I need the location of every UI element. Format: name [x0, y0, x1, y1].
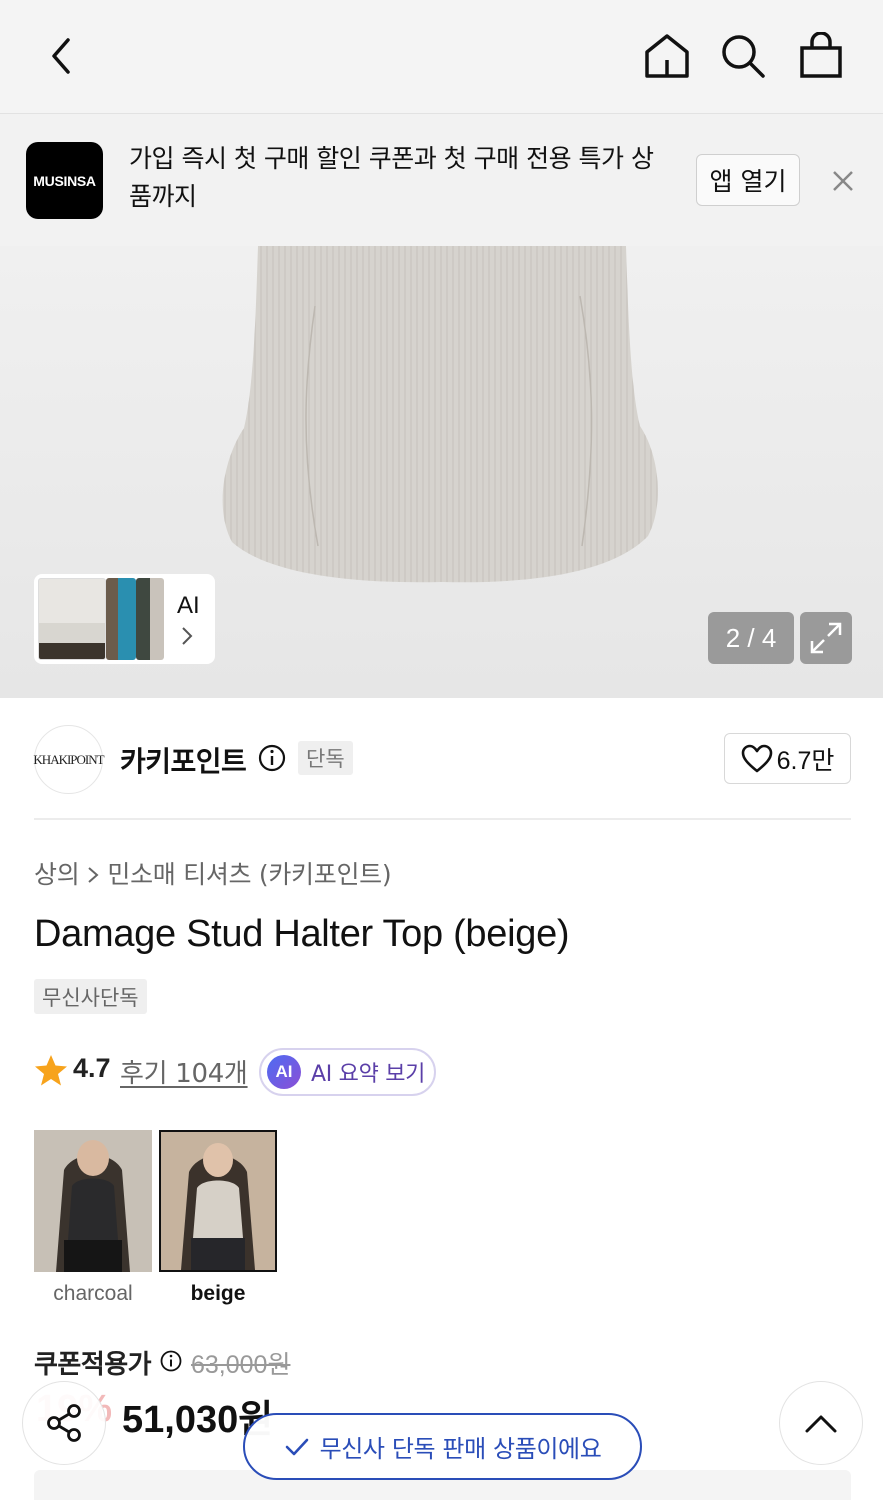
info-icon[interactable]: [258, 744, 286, 776]
info-icon[interactable]: [160, 1350, 182, 1376]
breadcrumb-category[interactable]: 상의: [34, 855, 80, 891]
ai-summary-button[interactable]: AI AI 요약 보기: [259, 1048, 436, 1096]
ai-label: AI: [177, 592, 200, 619]
charcoal-thumbnail: [34, 1130, 152, 1272]
scroll-to-top-icon[interactable]: [779, 1381, 863, 1465]
check-icon: [285, 1438, 308, 1455]
toast-message: 무신사 단독 판매 상품이에요: [319, 1435, 602, 1463]
share-icon[interactable]: [22, 1381, 106, 1465]
close-icon[interactable]: [826, 164, 860, 198]
open-app-button[interactable]: 앱 열기: [696, 154, 800, 206]
original-price: 63,000원: [191, 1351, 291, 1379]
banner-message: 가입 즉시 첫 구매 할인 쿠폰과 첫 구매 전용 특가 상품까지: [129, 144, 654, 211]
ai-lookbook-card[interactable]: AI: [34, 574, 215, 664]
lookbook-thumbnail: [38, 578, 106, 660]
top-navigation-bar: [0, 0, 883, 114]
shopping-bag-icon[interactable]: [796, 30, 846, 82]
product-title: Damage Stud Halter Top (beige): [34, 913, 570, 955]
color-label-beige: beige: [190, 1282, 246, 1305]
rating-value: 4.7: [73, 1053, 111, 1083]
ai-badge-icon: AI: [267, 1055, 301, 1089]
exclusive-tag: 무신사단독: [34, 979, 147, 1014]
heart-icon: [741, 744, 772, 772]
chevron-right-icon: [87, 861, 99, 890]
brand-name[interactable]: 카키포인트: [120, 740, 247, 780]
brand-exclusive-badge: 단독: [298, 741, 353, 775]
breadcrumb: 상의 민소매 티셔츠 (카키포인트): [34, 855, 392, 891]
coupon-price-label: 쿠폰적용가: [34, 1350, 152, 1380]
chevron-right-icon: [180, 626, 194, 650]
like-count: 6.7만: [776, 746, 835, 775]
color-option-beige[interactable]: [159, 1130, 277, 1272]
musinsa-logo: MUSINSA: [26, 142, 103, 219]
review-link[interactable]: 후기 104개: [120, 1053, 248, 1090]
like-button[interactable]: 6.7만: [724, 733, 851, 784]
expand-icon[interactable]: [800, 612, 852, 664]
home-icon[interactable]: [642, 30, 692, 82]
image-counter: 2 / 4: [708, 612, 794, 664]
divider: [34, 818, 851, 820]
lookbook-thumbnail: [136, 578, 164, 660]
lookbook-thumbnail: [106, 578, 136, 660]
star-icon: [34, 1054, 68, 1090]
color-label-charcoal: charcoal: [53, 1282, 133, 1305]
beige-thumbnail: [161, 1132, 275, 1270]
color-option-charcoal[interactable]: [34, 1130, 152, 1272]
back-icon[interactable]: [36, 30, 86, 82]
exclusive-toast: 무신사 단독 판매 상품이에요: [243, 1413, 642, 1480]
brand-logo[interactable]: KHAKIPOINT: [33, 725, 105, 794]
breadcrumb-subcategory[interactable]: 민소매 티셔츠 (카키포인트): [107, 855, 391, 891]
search-icon[interactable]: [718, 30, 768, 82]
ai-summary-label: AI 요약 보기: [311, 1062, 426, 1087]
